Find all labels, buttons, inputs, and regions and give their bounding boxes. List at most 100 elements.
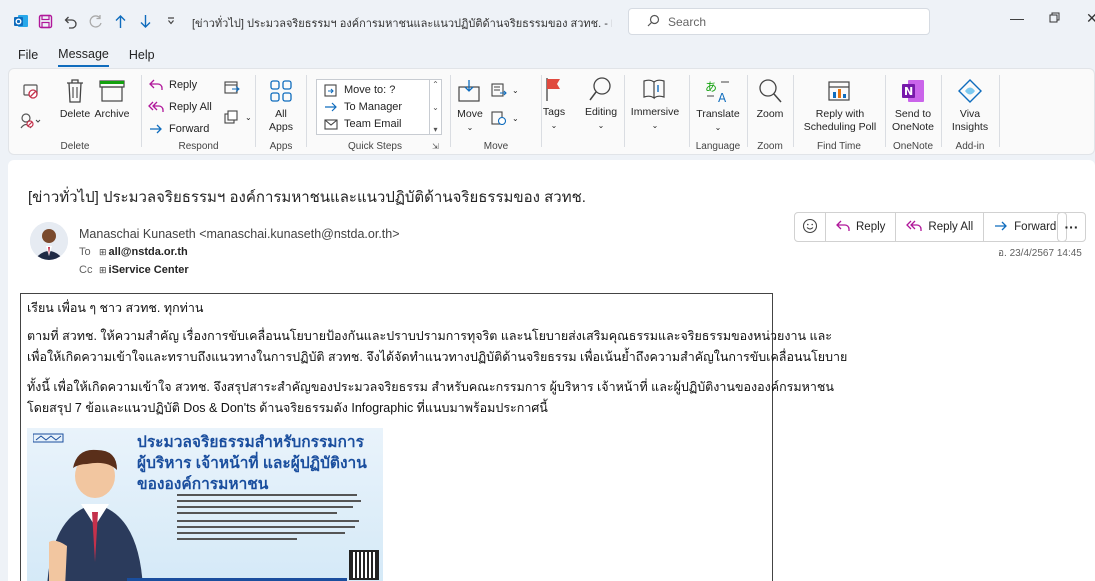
minimize-icon[interactable]: — (1010, 10, 1024, 26)
flag-icon (540, 75, 568, 103)
zoom-label: Zoom (756, 108, 784, 120)
translate-button[interactable]: あA Translate ⌄ (694, 77, 742, 134)
qr-code (349, 550, 379, 580)
chevron-down-icon: ⌄ (466, 123, 474, 132)
viva-insights-icon (956, 77, 984, 105)
addin-group-label: Add-in (955, 141, 985, 152)
search-box[interactable]: Search (628, 8, 930, 35)
body-paragraph-1b: เพื่อให้เกิดความเข้าใจและทราบถึงแนวทางใน… (27, 350, 848, 364)
to-recipient[interactable]: all@nstda.or.th (109, 246, 188, 258)
editing-button[interactable]: Editing ⌄ (583, 75, 619, 132)
undo-icon[interactable] (62, 13, 79, 30)
move-to-icon (323, 83, 339, 97)
message-body: เรียน เพื่อน ๆ ชาว สวทช. ทุกท่าน ตามที่ … (20, 293, 848, 581)
more-actions-button[interactable]: ··· (1057, 212, 1086, 242)
save-icon[interactable] (37, 13, 54, 30)
find-time-label-1: Reply with (815, 108, 865, 120)
zoom-button[interactable]: Zoom (752, 77, 788, 121)
immersive-reader-icon (641, 75, 669, 103)
to-label: To (79, 246, 91, 258)
redo-icon[interactable] (87, 13, 104, 30)
move-group-label: Move (483, 141, 509, 152)
viva-label-2: Insights (951, 121, 989, 133)
reply-icon (836, 220, 850, 235)
previous-item-icon[interactable] (112, 13, 129, 30)
immersive-reader-button[interactable]: Immersive ⌄ (629, 75, 681, 132)
move-button[interactable]: Move ⌄ (453, 77, 487, 134)
reply-action-button[interactable]: Reply (826, 213, 897, 241)
next-item-icon[interactable] (137, 13, 154, 30)
onenote-label-2: OneNote (891, 121, 935, 133)
immersive-label: Immersive (630, 106, 680, 118)
reply-with-scheduling-poll-button[interactable]: Reply with Scheduling Poll (800, 77, 880, 134)
viva-label-1: Viva (959, 108, 981, 120)
quick-step-label: To Manager (344, 101, 403, 113)
quick-step-move-to[interactable]: Move to: ? (323, 83, 395, 97)
cc-recipient[interactable]: iService Center (109, 264, 189, 276)
quick-step-label: Team Email (344, 118, 402, 130)
tab-file[interactable]: File (18, 44, 38, 66)
reading-pane: [ข่าวทั่วไป] ประมวลจริยธรรมฯ องค์การมหาช… (8, 160, 1095, 581)
svg-text:N: N (904, 85, 913, 98)
quick-access-toolbar (0, 13, 179, 30)
chevron-down-icon[interactable]: ⌄ (432, 103, 439, 112)
to-line: To ⊞ all@nstda.or.th (79, 246, 188, 258)
language-group: あA Translate ⌄ Language (690, 71, 746, 154)
reply-all-action-label: Reply All (928, 221, 974, 233)
rules-button[interactable]: ⌄ (491, 83, 519, 97)
quick-step-team-email[interactable]: Team Email (323, 117, 401, 131)
window-title: [ข่าวทั่วไป] ประมวลจริยธรรมฯ องค์การมหาช… (192, 18, 612, 30)
tags-label: Tags (542, 106, 566, 118)
viva-insights-button[interactable]: Viva Insights (946, 77, 994, 134)
customize-toolbar-icon[interactable] (162, 13, 179, 30)
dialog-launcher-icon[interactable]: ⇲ (432, 142, 439, 151)
close-icon[interactable]: ✕ (1086, 10, 1095, 27)
quick-step-to-manager[interactable]: To Manager (323, 100, 402, 114)
maximize-icon[interactable] (1049, 10, 1060, 26)
smiley-icon (802, 218, 818, 237)
more-move-button[interactable]: ⌄ (491, 111, 519, 125)
divider (999, 75, 1000, 147)
quick-steps-group: Move to: ? To Manager Team Email ⌃ ⌄ ▾ Q… (9, 71, 449, 154)
send-to-onenote-button[interactable]: N Send to OneNote (890, 77, 936, 134)
editing-label: Editing (584, 106, 618, 118)
reply-all-action-button[interactable]: Reply All (896, 213, 985, 241)
cc-line: Cc ⊞ iService Center (79, 264, 189, 276)
infographic-image[interactable]: ประมวลจริยธรรมสำหรับกรรมการ ผู้บริหาร เจ… (27, 428, 383, 581)
group-icon: ⊞ (99, 264, 107, 275)
tab-message[interactable]: Message (58, 43, 109, 67)
reply-action-label: Reply (856, 221, 886, 233)
zoom-group: Zoom Zoom (748, 71, 792, 154)
title-bar: [ข่าวทั่วไป] ประมวลจริยธรรมฯ องค์การมหาช… (0, 0, 1095, 42)
addin-group: Viva Insights Add-in (942, 71, 998, 154)
chevron-down-icon: ⌄ (597, 121, 605, 130)
onenote-group-label: OneNote (892, 141, 934, 152)
chevron-down-icon: ⌄ (512, 113, 519, 123)
chevron-up-icon[interactable]: ⌃ (432, 80, 439, 89)
body-paragraph-2a: ทั้งนี้ เพื่อให้เกิดความเข้าใจ สวทช. จึง… (27, 380, 834, 394)
message-date: อ. 23/4/2567 14:45 (998, 248, 1082, 259)
quick-steps-gallery: Move to: ? To Manager Team Email ⌃ ⌄ ▾ (316, 79, 442, 135)
search-icon (647, 14, 660, 30)
expand-gallery-icon[interactable]: ▾ (433, 125, 437, 134)
find-time-label-2: Scheduling Poll (803, 121, 877, 133)
tags-button[interactable]: Tags ⌄ (539, 75, 569, 132)
message-actions: Reply Reply All Forward (794, 212, 1068, 242)
arrow-right-icon (323, 100, 339, 114)
onenote-label-1: Send to (894, 108, 932, 120)
forward-action-button[interactable]: Forward (984, 213, 1066, 241)
sender-name[interactable]: Manaschai Kunaseth <manaschai.kunaseth@n… (79, 227, 400, 241)
find-time-group-label: Find Time (817, 141, 861, 152)
svg-text:A: A (718, 91, 727, 104)
group-icon: ⊞ (99, 246, 107, 257)
onenote-icon: N (899, 77, 927, 105)
zoom-icon (756, 77, 784, 105)
reaction-button[interactable] (795, 213, 826, 241)
search-placeholder: Search (668, 14, 707, 29)
forward-icon (994, 220, 1008, 235)
translate-icon: あA (704, 77, 732, 105)
ribbon: Delete Archive Delete Reply Reply All Fo… (8, 68, 1095, 155)
tab-help[interactable]: Help (129, 44, 155, 66)
move-label: Move (457, 108, 483, 120)
quick-steps-scroll[interactable]: ⌃ ⌄ ▾ (429, 80, 441, 134)
